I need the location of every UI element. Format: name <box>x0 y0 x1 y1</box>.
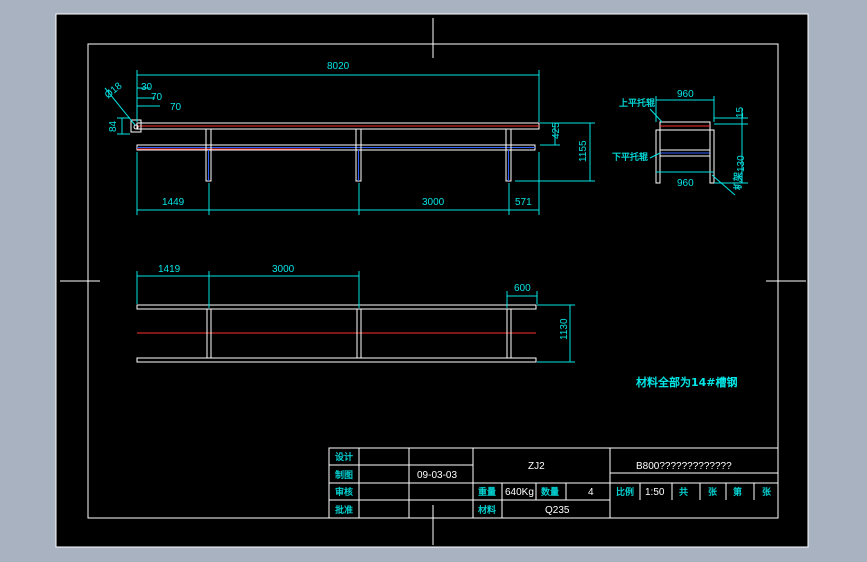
dim-571: 571 <box>515 197 532 208</box>
dim-3000: 3000 <box>422 197 445 208</box>
tb-label-no: 第 <box>733 486 742 498</box>
tb-label-sheet2: 张 <box>762 486 772 498</box>
cad-viewport[interactable]: 8020 Ø18 30 70 70 84 425 1155 1449 3000 … <box>0 0 867 562</box>
label-frame: 机架 <box>732 172 744 190</box>
dim-84: 84 <box>108 120 119 132</box>
tb-label-total: 共 <box>679 486 688 498</box>
tb-material: Q235 <box>545 505 570 516</box>
tb-label-material: 材料 <box>477 504 496 516</box>
label-upper-roller: 上平托辊 <box>619 97 655 109</box>
dim-70a: 70 <box>151 92 163 103</box>
tb-scale: 1:50 <box>645 487 665 498</box>
tb-label-scale: 比例 <box>616 486 634 498</box>
tb-drawing-no: ZJ2 <box>528 461 545 472</box>
tb-label-design: 设计 <box>335 451 353 463</box>
tb-label-sheet: 张 <box>708 486 718 498</box>
tb-label-draw: 制图 <box>335 469 353 481</box>
tb-quantity: 4 <box>588 487 594 498</box>
tb-weight: 640Kg <box>505 487 534 498</box>
tb-label-quantity: 数量 <box>541 486 559 498</box>
dim-side-15: 15 <box>735 106 746 118</box>
dim-plan-3000: 3000 <box>272 264 295 275</box>
dim-plan-1419: 1419 <box>158 264 181 275</box>
dim-side-130: 130 <box>736 155 747 172</box>
dim-1155: 1155 <box>578 140 589 162</box>
dim-plan-600: 600 <box>514 283 531 294</box>
tb-title: B800????????????? <box>636 461 732 472</box>
dim-1449: 1449 <box>162 197 185 208</box>
dim-side-960-bottom: 960 <box>677 178 694 189</box>
dim-425: 425 <box>551 122 562 139</box>
label-lower-roller: 下平托辊 <box>612 151 648 163</box>
dim-side-960-top: 960 <box>677 89 694 100</box>
tb-label-weight: 重量 <box>478 486 496 498</box>
tb-label-review: 审核 <box>335 486 353 498</box>
drawing-sheet: 8020 Ø18 30 70 70 84 425 1155 1449 3000 … <box>55 13 809 548</box>
dim-plan-1130: 1130 <box>559 318 570 340</box>
tb-date: 09-03-03 <box>417 470 457 481</box>
dim-overall-length: 8020 <box>327 61 350 72</box>
material-note: 材料全部为14#槽钢 <box>636 375 738 389</box>
tb-label-approve: 批准 <box>335 504 353 516</box>
dim-70b: 70 <box>170 102 182 113</box>
